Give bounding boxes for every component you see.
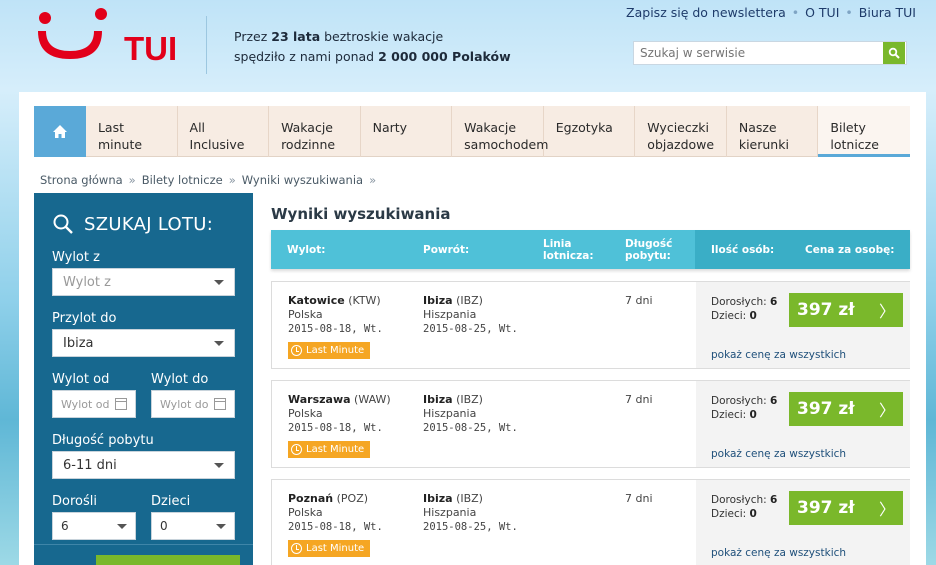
children-select[interactable]: 0 [151,512,235,540]
search-button[interactable] [883,42,905,64]
header-tagline: Przez 23 lata beztroskie wakacje spędził… [234,29,511,64]
header-divider [206,16,207,74]
tui-logo[interactable]: TUI [30,4,190,68]
site-search [633,41,907,65]
nav-item-tours[interactable]: Wycieczki objazdowe [635,106,727,157]
last-minute-badge: Last Minute [288,342,371,359]
price-button[interactable]: 397 zł 〉 [789,491,903,525]
departure-info: Warszawa (WAW) Polska 2015-08-18, Wt. [288,393,391,434]
chevron-right-icon: 〉 [878,401,895,420]
header-return: Powrót: [423,243,470,256]
brand-text: TUI [124,30,177,67]
date-to-field[interactable]: Wylot do [151,390,235,418]
pax-info: Dorosłych: 6 Dzieci: 0 [711,296,778,322]
nav-item-flights[interactable]: Bilety lotnicze [818,106,910,157]
result-row: Warszawa (WAW) Polska 2015-08-18, Wt. Ib… [271,380,910,468]
duration-select[interactable]: 6-11 dni [52,451,235,479]
search-submit-button[interactable] [96,555,240,565]
date-to-label: Wylot do [151,372,209,387]
price-button[interactable]: 397 zł 〉 [789,392,903,426]
pax-info: Dorosłych: 6 Dzieci: 0 [711,494,778,520]
to-select[interactable]: Ibiza [52,329,235,357]
breadcrumb-flights[interactable]: Bilety lotnicze [142,173,223,187]
flight-search-sidebar: SZUKAJ LOTU: Wylot z Wylot z Przylot do … [34,193,253,565]
stay-length: 7 dni [625,294,653,307]
return-info: Ibiza (IBZ) Hiszpania 2015-08-25, Wt. [423,492,518,533]
to-label: Przylot do [52,311,117,326]
calendar-icon[interactable] [214,398,226,410]
departure-info: Katowice (KTW) Polska 2015-08-18, Wt. [288,294,383,335]
nav-item-by-car[interactable]: Wakacje samochodem [452,106,548,157]
chevron-down-icon [117,523,127,529]
show-total-price-link[interactable]: pokaż cenę za wszystkich [711,349,846,361]
stay-length: 7 dni [625,492,653,505]
sidebar-divider [34,544,253,545]
date-from-field[interactable]: Wylot od [52,390,136,418]
main-panel: Last minute All Inclusive Wakacje rodzinne … [19,92,926,565]
nav-item-all-inclusive[interactable]: All Inclusive [178,106,270,157]
departure-info: Poznań (POZ) Polska 2015-08-18, Wt. [288,492,383,533]
price-button[interactable]: 397 zł 〉 [789,293,903,327]
duration-label: Długość pobytu [52,433,154,448]
tui-offices-link[interactable]: Biura TUI [859,5,916,20]
children-label: Dzieci [151,494,191,509]
header-price: Cena za osobę: [787,230,910,269]
pax-info: Dorosłych: 6 Dzieci: 0 [711,395,778,421]
link-separator: • [845,5,853,20]
about-tui-link[interactable]: O TUI [805,5,839,20]
chevron-right-icon: 〉 [878,500,895,519]
newsletter-link[interactable]: Zapisz się do newslettera [626,5,786,20]
clock-icon [291,345,302,356]
stay-length: 7 dni [625,393,653,406]
header-persons: Ilość osób: [695,230,787,269]
search-icon [53,214,73,234]
chevron-down-icon [214,279,224,285]
sidebar-title: SZUKAJ LOTU: [52,213,235,235]
nav-home[interactable] [34,106,86,157]
nav-item-last-minute[interactable]: Last minute [86,106,178,157]
chevron-down-icon [214,340,224,346]
result-row: Poznań (POZ) Polska 2015-08-18, Wt. Ibiz… [271,479,910,565]
chevron-down-icon [216,523,226,529]
nav-item-exotic[interactable]: Egzotyka [544,106,636,157]
home-icon [52,125,67,138]
from-select[interactable]: Wylot z [52,268,235,296]
header-departure: Wylot: [287,243,326,256]
results-title: Wyniki wyszukiwania [271,205,451,223]
show-total-price-link[interactable]: pokaż cenę za wszystkich [711,448,846,460]
adults-label: Dorośli [52,494,97,509]
last-minute-badge: Last Minute [288,441,371,458]
nav-item-family[interactable]: Wakacje rodzinne [269,106,361,157]
clock-icon [291,444,302,455]
return-info: Ibiza (IBZ) Hiszpania 2015-08-25, Wt. [423,393,518,434]
header-airline: Linia lotnicza: [543,237,594,262]
adults-select[interactable]: 6 [52,512,136,540]
top-links: Zapisz się do newslettera • O TUI • Biur… [626,5,916,20]
clock-icon [291,543,302,554]
breadcrumb-home[interactable]: Strona główna [40,173,123,187]
date-from-label: Wylot od [52,372,110,387]
main-nav: Last minute All Inclusive Wakacje rodzinne … [34,106,910,157]
nav-item-destinations[interactable]: Nasze kierunki [727,106,819,157]
return-info: Ibiza (IBZ) Hiszpania 2015-08-25, Wt. [423,294,518,335]
chevron-down-icon [214,462,224,468]
header-stay: Długość pobytu: [625,237,673,262]
results-header: Wylot: Powrót: Linia lotnicza: Długość pob… [271,230,910,269]
breadcrumb-results: Wyniki wyszukiwania [241,173,364,187]
search-icon [888,47,900,59]
from-label: Wylot z [52,250,100,265]
link-separator: • [791,5,800,20]
site-search-input[interactable] [634,42,883,64]
show-total-price-link[interactable]: pokaż cenę za wszystkich [711,547,846,559]
calendar-icon[interactable] [115,398,127,410]
chevron-right-icon: 〉 [878,302,895,321]
breadcrumb: Strona główna» Bilety lotnicze» Wyniki wys… [40,173,377,187]
nav-item-ski[interactable]: Narty [361,106,453,157]
result-row: Katowice (KTW) Polska 2015-08-18, Wt. Ib… [271,281,910,369]
last-minute-badge: Last Minute [288,540,371,557]
